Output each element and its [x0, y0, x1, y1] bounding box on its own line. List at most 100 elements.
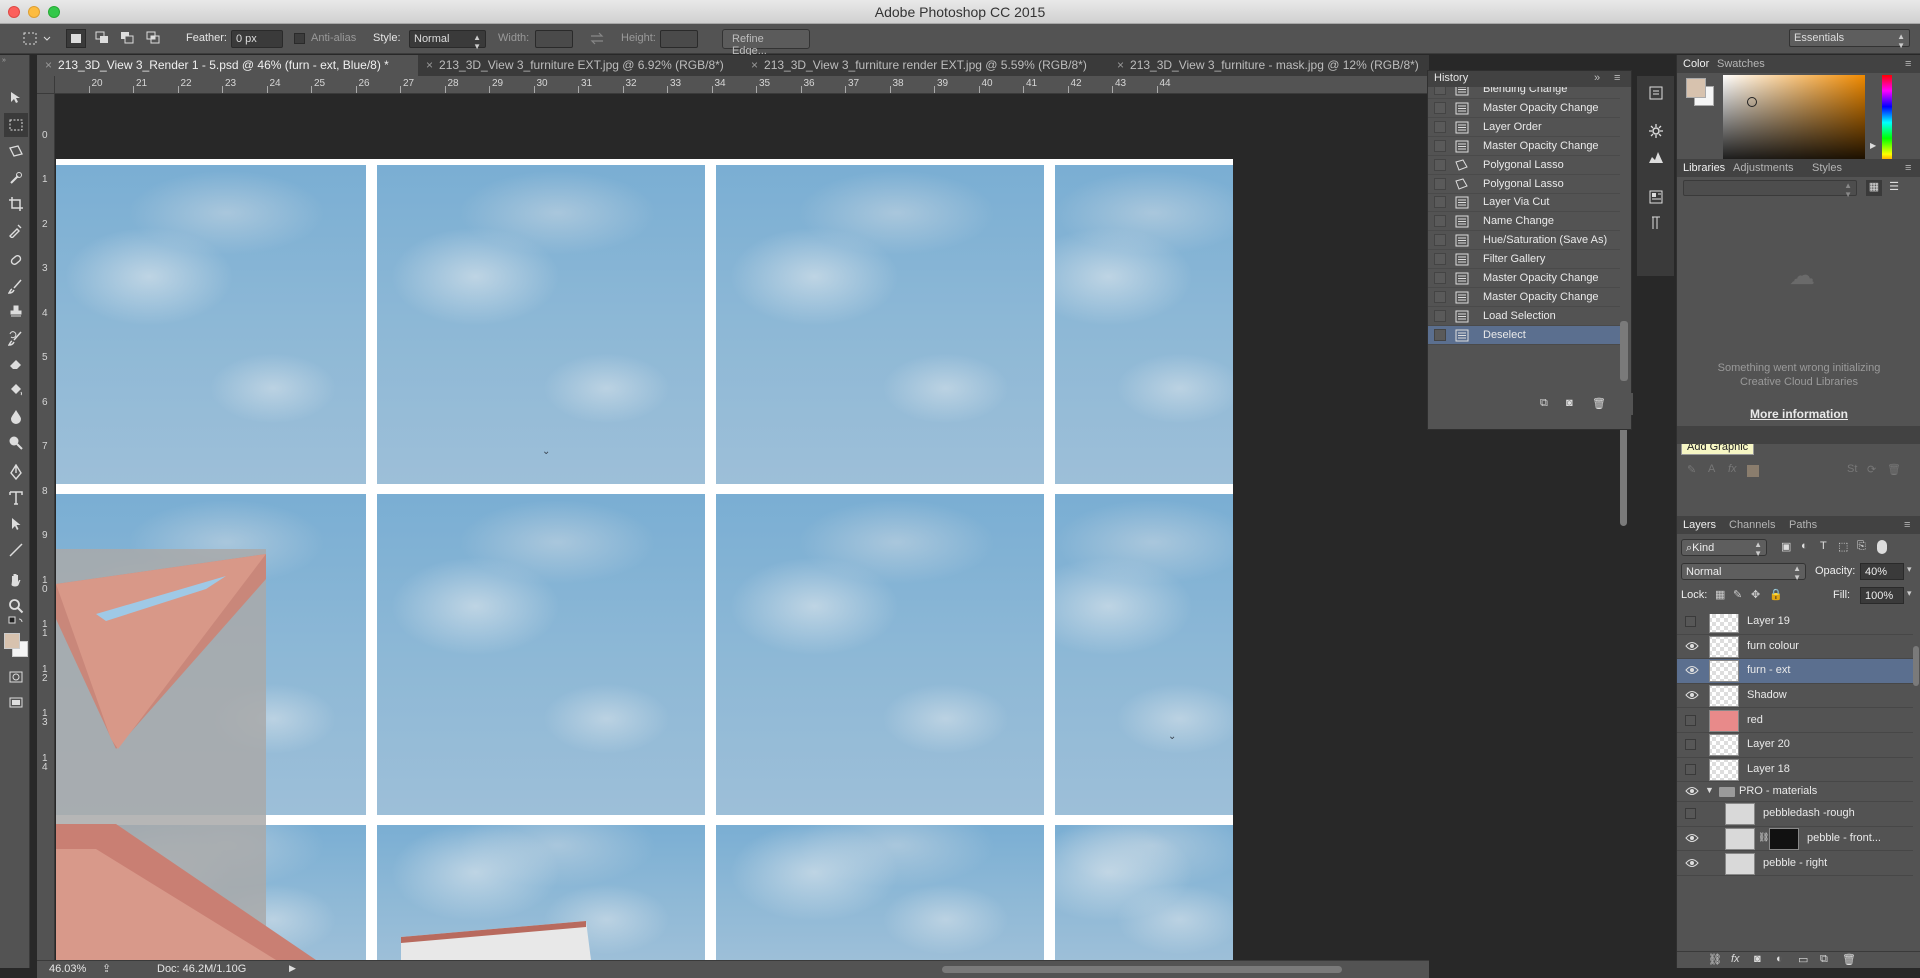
close-icon[interactable]: × — [751, 58, 758, 72]
filter-smart-object-icon[interactable]: ⎘ — [1857, 540, 1866, 553]
history-item[interactable]: Load Selection — [1428, 307, 1620, 326]
history-tab[interactable]: History — [1434, 72, 1468, 84]
adjustment-layer-icon[interactable]: ◐ — [1776, 953, 1783, 965]
trash-icon[interactable]: 🗑 — [1887, 463, 1901, 476]
quick-selection-tool-icon[interactable] — [4, 166, 28, 190]
lasso-tool-icon[interactable] — [4, 140, 28, 164]
paragraph-icon[interactable] — [1645, 212, 1667, 234]
style-select[interactable]: Normal ▲ ▼ — [409, 30, 486, 51]
filter-type-icon[interactable]: T — [1820, 540, 1827, 552]
move-tool-icon[interactable] — [4, 86, 28, 110]
layer-row[interactable]: furn colour — [1677, 635, 1913, 660]
blur-tool-icon[interactable] — [4, 404, 28, 428]
lock-position-icon[interactable]: ✥ — [1751, 588, 1760, 601]
refine-edge-button[interactable]: Refine Edge... — [722, 29, 810, 57]
hand-tool-icon[interactable] — [4, 568, 28, 592]
panel-menu-icon[interactable]: ≡ — [1905, 58, 1911, 70]
screen-mode-icon[interactable] — [4, 691, 28, 715]
lock-all-icon[interactable]: 🔒 — [1769, 588, 1783, 601]
horizontal-ruler[interactable]: 9202122232425262728293031323334353637383… — [55, 76, 1429, 94]
new-document-from-state-icon[interactable]: ⧉ — [1540, 397, 1548, 410]
add-color-icon[interactable] — [1747, 465, 1759, 477]
doc-tab[interactable]: × 213_3D_View 3_Render 1 - 5.psd @ 46% (f… — [37, 55, 418, 76]
grid-view-icon[interactable]: ▦ — [1866, 180, 1882, 196]
share-icon[interactable]: ⇪ — [102, 962, 111, 975]
dodge-tool-icon[interactable] — [4, 430, 28, 454]
history-item[interactable]: Master Opacity Change — [1428, 269, 1620, 288]
expand-icon[interactable]: » — [1594, 72, 1600, 84]
healing-brush-tool-icon[interactable] — [4, 248, 28, 272]
eraser-tool-icon[interactable] — [4, 352, 28, 376]
history-brush-tool-icon[interactable] — [4, 326, 28, 350]
layer-row[interactable]: Shadow — [1677, 684, 1913, 709]
history-snapshot-checkbox[interactable] — [1434, 177, 1446, 190]
panel-menu-icon[interactable]: ≡ — [1614, 72, 1620, 84]
layer-row[interactable]: pebbledash -rough — [1677, 802, 1913, 827]
hue-slider-arrow-icon[interactable]: ▶ — [1870, 141, 1876, 150]
history-item[interactable]: Polygonal Lasso — [1428, 156, 1620, 175]
width-input[interactable] — [535, 30, 573, 48]
opacity-input[interactable]: 40% — [1860, 563, 1904, 580]
feather-input[interactable]: 0 px — [231, 30, 283, 48]
panel-menu-icon[interactable]: ≡ — [1904, 519, 1910, 531]
clone-stamp-tool-icon[interactable] — [4, 300, 28, 324]
height-input[interactable] — [660, 30, 698, 48]
brush-tool-icon[interactable] — [4, 274, 28, 298]
layer-group-row[interactable]: ▼ PRO - materials — [1677, 782, 1913, 803]
color-picker-cursor[interactable] — [1747, 97, 1757, 107]
visibility-off-box[interactable] — [1685, 763, 1696, 775]
add-layer-style-icon[interactable]: fx — [1728, 463, 1737, 475]
history-item[interactable]: Master Opacity Change — [1428, 99, 1620, 118]
visibility-off-box[interactable] — [1685, 616, 1696, 628]
history-item[interactable]: Polygonal Lasso — [1428, 175, 1620, 194]
trash-icon[interactable]: 🗑 — [1592, 397, 1606, 410]
levels-icon[interactable] — [1645, 146, 1667, 168]
filter-pixel-icon[interactable]: ▣ — [1781, 540, 1791, 553]
tool-preset-picker[interactable] — [20, 29, 54, 48]
history-snapshot-checkbox[interactable] — [1434, 139, 1446, 152]
history-scrollbar[interactable] — [1620, 321, 1628, 381]
pen-tool-icon[interactable] — [4, 460, 28, 484]
tab-adjustments[interactable]: Adjustments — [1733, 162, 1794, 174]
properties-icon[interactable] — [1645, 186, 1667, 208]
history-snapshot-checkbox[interactable] — [1434, 234, 1446, 247]
visibility-off-box[interactable] — [1685, 714, 1696, 726]
layer-row[interactable]: furn - ext — [1677, 659, 1913, 684]
blend-mode-select[interactable]: Normal ▲ ▼ — [1681, 563, 1806, 582]
group-icon[interactable]: ▭ — [1798, 953, 1808, 966]
anti-alias-checkbox[interactable] — [294, 33, 305, 44]
subtract-from-selection-icon[interactable] — [118, 29, 138, 48]
panel-menu-icon[interactable]: ≡ — [1905, 162, 1911, 174]
layer-row[interactable]: red — [1677, 708, 1913, 733]
zoom-level[interactable]: 46.03% — [49, 963, 86, 975]
visibility-off-box[interactable] — [1685, 808, 1696, 820]
hue-slider[interactable] — [1882, 75, 1892, 170]
layer-row[interactable]: pebble - right — [1677, 851, 1913, 876]
type-tool-icon[interactable] — [4, 486, 28, 510]
camera-icon[interactable]: ◙ — [1566, 397, 1573, 409]
fill-input[interactable]: 100% — [1860, 587, 1904, 604]
tab-styles[interactable]: Styles — [1812, 162, 1842, 174]
history-item[interactable]: Layer Via Cut — [1428, 193, 1620, 213]
sync-icon[interactable]: ⟳ — [1867, 463, 1876, 476]
crop-tool-icon[interactable] — [4, 192, 28, 216]
history-item[interactable]: Name Change — [1428, 212, 1620, 232]
layer-filter-select[interactable]: ⌕Kind ▲ ▼ — [1681, 539, 1767, 558]
doc-tab[interactable]: × 213_3D_View 3_furniture render EXT.jpg … — [743, 55, 1109, 76]
history-item[interactable]: Hue/Saturation (Save As) — [1428, 231, 1620, 251]
history-item[interactable]: Layer Order — [1428, 118, 1620, 137]
history-snapshot-checkbox[interactable] — [1434, 196, 1446, 209]
workspace-select[interactable]: Essentials ▲ ▼ — [1789, 29, 1910, 50]
stock-icon[interactable]: St — [1847, 463, 1857, 475]
add-to-selection-icon[interactable] — [93, 29, 113, 48]
new-layer-icon[interactable]: ⧉ — [1820, 953, 1828, 966]
filter-toggle[interactable] — [1877, 540, 1887, 554]
gear-icon[interactable] — [1645, 120, 1667, 142]
opacity-arrow-icon[interactable]: ▾ — [1907, 564, 1912, 575]
eye-icon[interactable] — [1685, 858, 1699, 870]
history-item[interactable]: Deselect — [1428, 325, 1620, 345]
new-selection-icon[interactable] — [66, 29, 86, 48]
line-tool-icon[interactable] — [4, 538, 28, 562]
layer-row[interactable]: Layer 20 — [1677, 733, 1913, 758]
foreground-color-swatch[interactable] — [4, 633, 20, 649]
